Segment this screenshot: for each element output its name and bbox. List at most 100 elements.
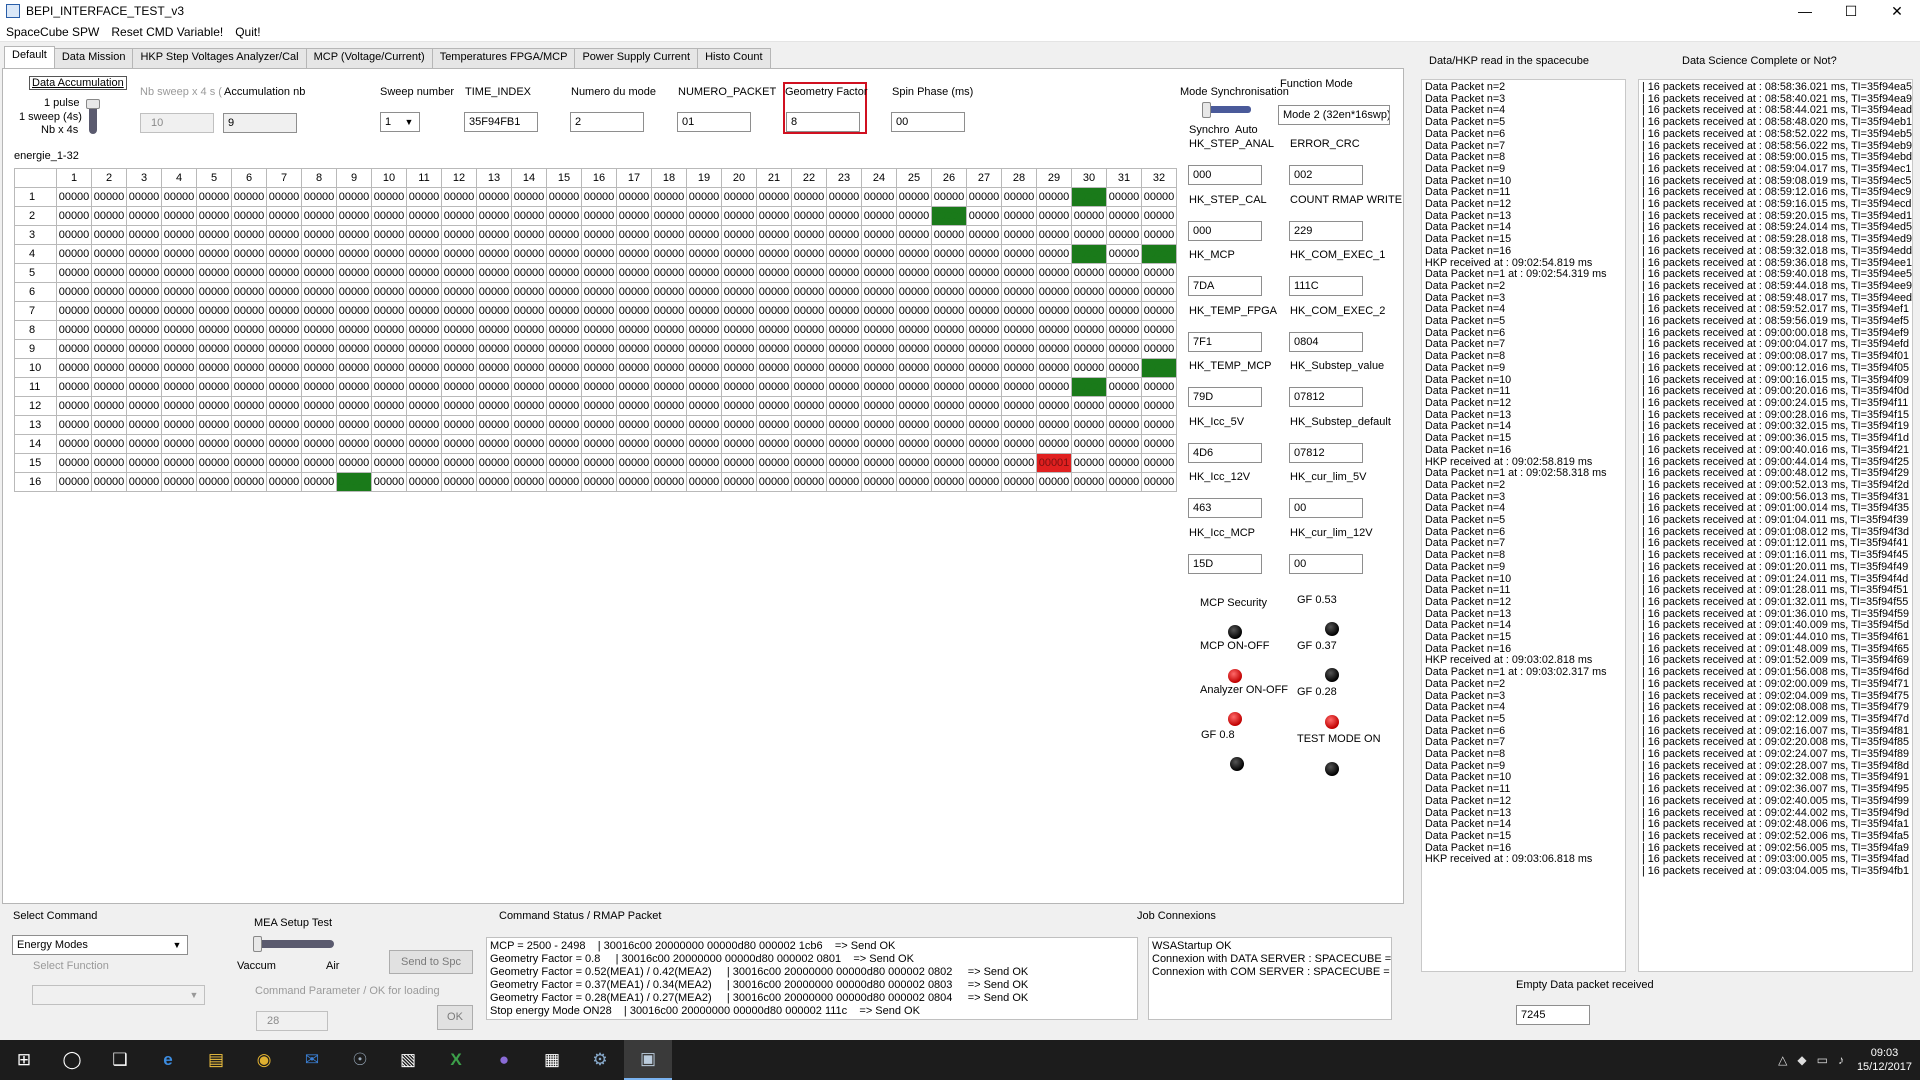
grid-cell[interactable]: 00000 <box>756 187 792 207</box>
grid-cell[interactable]: 00000 <box>861 282 897 302</box>
grid-cell[interactable]: 00000 <box>231 396 267 416</box>
grid-cell[interactable]: 00000 <box>161 358 197 378</box>
grid-cell[interactable]: 00000 <box>1001 396 1037 416</box>
grid-cell[interactable]: 00000 <box>371 225 407 245</box>
grid-cell[interactable]: 00000 <box>686 225 722 245</box>
grid-cell[interactable]: 00000 <box>1141 263 1177 283</box>
grid-cell[interactable]: 00000 <box>546 320 582 340</box>
column-header[interactable]: 9 <box>336 168 372 188</box>
grid-cell[interactable]: 00000 <box>651 358 687 378</box>
grid-cell[interactable]: 00000 <box>56 225 92 245</box>
grid-cell[interactable]: 00000 <box>546 263 582 283</box>
grid-cell[interactable]: 00000 <box>931 358 967 378</box>
grid-cell[interactable]: 00000 <box>91 358 127 378</box>
grid-cell[interactable]: 00000 <box>371 358 407 378</box>
column-header[interactable]: 3 <box>126 168 162 188</box>
grid-cell[interactable]: 00000 <box>651 225 687 245</box>
grid-cell[interactable]: 00000 <box>546 301 582 321</box>
grid-cell[interactable]: 00001 <box>1071 244 1107 264</box>
grid-cell[interactable]: 00000 <box>896 396 932 416</box>
hk-value-field[interactable]: 229 <box>1289 220 1363 241</box>
grid-cell[interactable]: 00000 <box>616 358 652 378</box>
hk-value-field[interactable]: 00 <box>1289 553 1363 574</box>
grid-cell[interactable]: 00001 <box>1071 377 1107 397</box>
grid-cell[interactable]: 00000 <box>301 415 337 435</box>
search-icon[interactable]: ◯ <box>48 1040 96 1080</box>
grid-cell[interactable]: 00000 <box>756 472 792 492</box>
grid-cell[interactable]: 00000 <box>336 453 372 473</box>
column-header[interactable]: 13 <box>476 168 512 188</box>
menu-reset-cmd[interactable]: Reset CMD Variable! <box>111 25 223 39</box>
grid-cell[interactable]: 00000 <box>266 225 302 245</box>
grid-cell[interactable]: 00000 <box>861 320 897 340</box>
grid-cell[interactable]: 00000 <box>721 206 757 226</box>
grid-cell[interactable]: 00000 <box>476 187 512 207</box>
grid-cell[interactable]: 00001 <box>1036 453 1072 473</box>
grid-cell[interactable]: 00000 <box>1106 301 1142 321</box>
grid-cell[interactable]: 00000 <box>126 320 162 340</box>
accumulation-slider-thumb[interactable] <box>86 99 100 109</box>
grid-cell[interactable]: 00000 <box>581 453 617 473</box>
tab-histo-count[interactable]: Histo Count <box>697 48 771 68</box>
ok-button[interactable]: OK <box>437 1005 473 1030</box>
grid-cell[interactable]: 00000 <box>791 339 827 359</box>
grid-cell[interactable]: 00000 <box>721 244 757 264</box>
column-header[interactable]: 1 <box>56 168 92 188</box>
grid-cell[interactable]: 00000 <box>651 472 687 492</box>
grid-cell[interactable]: 00000 <box>931 301 967 321</box>
grid-cell[interactable]: 00000 <box>1001 282 1037 302</box>
grid-cell[interactable]: 00000 <box>791 358 827 378</box>
grid-cell[interactable]: 00000 <box>406 434 442 454</box>
grid-cell[interactable]: 00000 <box>581 187 617 207</box>
grid-cell[interactable]: 00000 <box>91 434 127 454</box>
select-command-dropdown[interactable]: Energy Modes ▼ <box>12 935 188 955</box>
grid-cell[interactable]: 00000 <box>721 358 757 378</box>
grid-cell[interactable]: 00000 <box>1001 225 1037 245</box>
grid-cell[interactable]: 00000 <box>826 263 862 283</box>
grid-cell[interactable]: 00000 <box>721 339 757 359</box>
minimize-button[interactable]: — <box>1782 3 1828 20</box>
data-accumulation-label[interactable]: Data Accumulation <box>29 76 127 90</box>
grid-cell[interactable]: 00000 <box>581 339 617 359</box>
hk-log[interactable]: Data Packet n=2 Data Packet n=3 Data Packe… <box>1421 79 1626 972</box>
column-header[interactable]: 7 <box>266 168 302 188</box>
grid-cell[interactable]: 00000 <box>651 206 687 226</box>
grid-cell[interactable]: 00000 <box>196 415 232 435</box>
grid-cell[interactable]: 00000 <box>686 206 722 226</box>
row-header[interactable]: 10 <box>14 358 57 378</box>
row-header[interactable]: 7 <box>14 301 57 321</box>
grid-cell[interactable]: 00000 <box>721 225 757 245</box>
column-header[interactable]: 18 <box>651 168 687 188</box>
task-view-icon[interactable]: ❑ <box>96 1040 144 1080</box>
geometry-factor-field[interactable]: 8 <box>786 112 860 132</box>
grid-cell[interactable]: 00000 <box>231 472 267 492</box>
grid-cell[interactable]: 00000 <box>196 187 232 207</box>
grid-cell[interactable]: 00000 <box>581 415 617 435</box>
grid-cell[interactable]: 00000 <box>861 377 897 397</box>
grid-cell[interactable]: 00000 <box>616 320 652 340</box>
column-header[interactable]: 25 <box>896 168 932 188</box>
grid-cell[interactable]: 00000 <box>756 320 792 340</box>
select-function-dropdown[interactable]: ▼ <box>32 985 205 1005</box>
grid-cell[interactable]: 00000 <box>1106 225 1142 245</box>
grid-cell[interactable]: 00000 <box>231 320 267 340</box>
grid-cell[interactable]: 00000 <box>791 282 827 302</box>
row-header[interactable]: 6 <box>14 282 57 302</box>
grid-cell[interactable]: 00000 <box>406 377 442 397</box>
row-header[interactable]: 14 <box>14 434 57 454</box>
grid-cell[interactable]: 00000 <box>1106 396 1142 416</box>
grid-cell[interactable]: 00000 <box>1071 358 1107 378</box>
grid-cell[interactable]: 00000 <box>161 187 197 207</box>
grid-cell[interactable]: 00000 <box>756 206 792 226</box>
grid-cell[interactable]: 00000 <box>126 377 162 397</box>
grid-cell[interactable]: 00000 <box>756 225 792 245</box>
grid-cell[interactable]: 00000 <box>966 472 1002 492</box>
grid-cell[interactable]: 00000 <box>301 225 337 245</box>
grid-cell[interactable]: 00000 <box>721 377 757 397</box>
column-header[interactable]: 6 <box>231 168 267 188</box>
grid-cell[interactable]: 00000 <box>966 301 1002 321</box>
windows-start-icon[interactable]: ⊞ <box>0 1040 48 1080</box>
grid-cell[interactable]: 00000 <box>966 320 1002 340</box>
grid-cell[interactable]: 00000 <box>861 225 897 245</box>
grid-cell[interactable]: 00000 <box>476 282 512 302</box>
